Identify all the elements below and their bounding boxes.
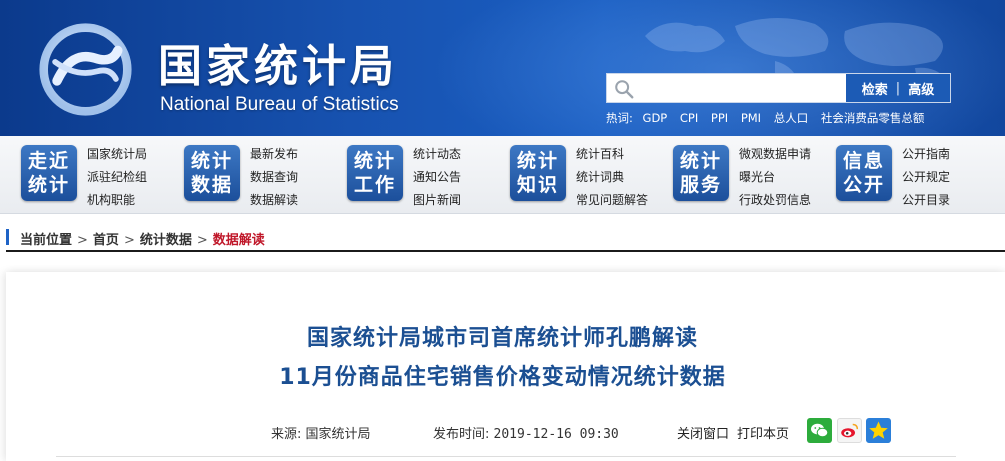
nav-link[interactable]: 统计动态	[413, 143, 461, 166]
nav-link[interactable]: 通知公告	[413, 166, 461, 189]
qzone-share-icon[interactable]	[866, 418, 891, 443]
breadcrumb-arrow: >	[123, 233, 135, 248]
nav-link[interactable]: 统计词典	[576, 166, 648, 189]
nav-badge-line: 信息	[842, 150, 885, 172]
nav-badge-line: 走近	[27, 150, 70, 172]
search-input[interactable]	[641, 76, 847, 100]
nav-link[interactable]: 微观数据申请	[739, 143, 811, 166]
article-meta-divider	[56, 456, 956, 457]
nav-badge-line: 知识	[516, 174, 559, 196]
nav-badge-line: 数据	[190, 174, 233, 196]
hotword-link[interactable]: 社会消费品零售总额	[821, 111, 925, 125]
nav-badge-line: 统计	[190, 150, 233, 172]
site-logo-chinese[interactable]: 国家统计局	[158, 30, 398, 94]
source-value: 国家统计局	[305, 427, 371, 442]
nav-link[interactable]: 数据解读	[250, 189, 298, 212]
nav-link[interactable]: 公开指南	[902, 143, 950, 166]
nav-badge-knowledge[interactable]: 统计 知识	[510, 145, 566, 201]
nav-link[interactable]: 公开规定	[902, 166, 950, 189]
hotword-link[interactable]: 总人口	[774, 111, 809, 125]
search-icon	[615, 80, 634, 99]
nav-link[interactable]: 常见问题解答	[576, 189, 648, 212]
advanced-search-button[interactable]: 高级	[908, 79, 934, 98]
search-button-group: 检索 | 高级	[846, 74, 950, 102]
article-title-line1: 国家统计局城市司首席统计师孔鹏解读	[306, 326, 698, 351]
main-nav: 走近 统计 国家统计局 派驻纪检组 机构职能 统计 数据 最新发布 数据查询 数…	[0, 136, 1005, 214]
nav-links-disclosure: 公开指南 公开规定 公开目录	[902, 143, 950, 212]
article-source: 来源: 国家统计局	[271, 423, 371, 442]
search-box: 检索 | 高级	[606, 73, 951, 103]
nav-link[interactable]: 最新发布	[250, 143, 298, 166]
breadcrumb-item-data[interactable]: 统计数据	[140, 233, 192, 248]
nav-badge-line: 统计	[516, 150, 559, 172]
nav-links-work: 统计动态 通知公告 图片新闻	[413, 143, 461, 212]
nav-badge-line: 统计	[27, 174, 70, 196]
breadcrumb-arrow: >	[77, 233, 88, 248]
print-page-link[interactable]: 打印本页	[737, 423, 789, 442]
time-label: 发布时间:	[433, 427, 490, 442]
breadcrumb-arrow: >	[196, 233, 208, 248]
nav-link[interactable]: 国家统计局	[87, 143, 147, 166]
breadcrumb-marker	[6, 229, 9, 245]
breadcrumb-trail: 当前位置 > 首页 > 统计数据 > 数据解读	[20, 229, 265, 248]
nav-link[interactable]: 曝光台	[739, 166, 811, 189]
nav-badge-line: 公开	[842, 174, 885, 196]
nav-badge-line: 统计	[353, 150, 396, 172]
wechat-share-icon[interactable]	[807, 418, 832, 443]
nav-badge-line: 工作	[353, 174, 396, 196]
nav-badge-line: 服务	[679, 174, 722, 196]
nav-badge-work[interactable]: 统计 工作	[347, 145, 403, 201]
weibo-share-icon[interactable]	[837, 418, 862, 443]
nav-link[interactable]: 机构职能	[87, 189, 147, 212]
site-header: 国家统计局 National Bureau of Statistics 检索 |…	[0, 0, 1005, 136]
nav-badge-line: 统计	[679, 150, 722, 172]
nbs-emblem-icon	[39, 23, 132, 116]
nav-badge-about[interactable]: 走近 统计	[21, 145, 77, 201]
nav-link[interactable]: 统计百科	[576, 143, 648, 166]
source-label: 来源:	[271, 427, 302, 442]
nav-link[interactable]: 行政处罚信息	[739, 189, 811, 212]
nav-link[interactable]: 数据查询	[250, 166, 298, 189]
hotwords-bar: 热词: GDP CPI PPI PMI 总人口 社会消费品零售总额	[606, 110, 933, 126]
nav-badge-disclosure[interactable]: 信息 公开	[836, 145, 892, 201]
nav-links-service: 微观数据申请 曝光台 行政处罚信息	[739, 143, 811, 212]
time-value: 2019-12-16 09:30	[493, 427, 619, 442]
search-separator: |	[895, 80, 901, 96]
nav-link[interactable]: 公开目录	[902, 189, 950, 212]
nav-badge-service[interactable]: 统计 服务	[673, 145, 729, 201]
article-title-line2: 11月份商品住宅销售价格变动情况统计数据	[279, 365, 726, 390]
site-logo-english[interactable]: National Bureau of Statistics	[160, 94, 399, 116]
hotword-link[interactable]: CPI	[680, 111, 698, 125]
nav-links-data: 最新发布 数据查询 数据解读	[250, 143, 298, 212]
breadcrumb-item-home[interactable]: 首页	[93, 233, 119, 248]
search-button[interactable]: 检索	[862, 79, 888, 98]
hotword-link[interactable]: PPI	[711, 111, 728, 125]
nav-link[interactable]: 派驻纪检组	[87, 166, 147, 189]
nav-links-about: 国家统计局 派驻纪检组 机构职能	[87, 143, 147, 212]
hotwords-label: 热词:	[606, 111, 633, 125]
hotword-link[interactable]: PMI	[741, 111, 761, 125]
nav-badge-data[interactable]: 统计 数据	[184, 145, 240, 201]
breadcrumb: 当前位置 > 首页 > 统计数据 > 数据解读	[6, 224, 1005, 252]
hotword-link[interactable]: GDP	[643, 111, 668, 125]
breadcrumb-item-current[interactable]: 数据解读	[213, 233, 265, 248]
close-window-link[interactable]: 关闭窗口	[677, 423, 729, 442]
article-publish-time: 发布时间: 2019-12-16 09:30	[433, 423, 619, 442]
nav-links-knowledge: 统计百科 统计词典 常见问题解答	[576, 143, 648, 212]
breadcrumb-label: 当前位置	[20, 233, 73, 248]
nav-link[interactable]: 图片新闻	[413, 189, 461, 212]
